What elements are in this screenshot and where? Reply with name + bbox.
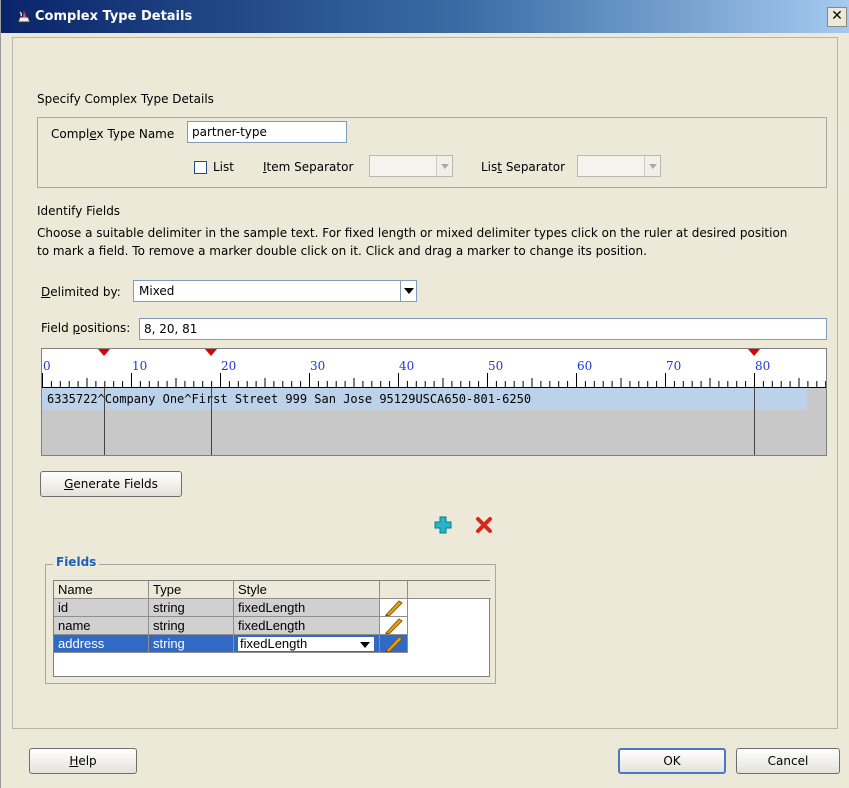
- field-marker-line: [104, 388, 106, 455]
- table-row-style-cell[interactable]: fixedLength: [234, 599, 380, 617]
- item-separator-label: Item Separator: [263, 160, 354, 174]
- section-title: Specify Complex Type Details: [37, 92, 214, 106]
- table-row-type-cell[interactable]: string: [149, 599, 234, 617]
- column-header-name[interactable]: Name: [54, 581, 149, 599]
- complex-type-name-label: Complex Type Name: [51, 127, 175, 141]
- field-marker-line: [753, 388, 755, 455]
- app-icon: [17, 10, 31, 23]
- pencil-icon[interactable]: [382, 617, 404, 635]
- table-row-name-cell[interactable]: id: [54, 599, 149, 617]
- ruler-tick-label: 40: [399, 359, 415, 373]
- field-marker[interactable]: [98, 349, 111, 356]
- close-icon[interactable]: ✕: [827, 7, 847, 27]
- ok-button[interactable]: OK: [618, 748, 726, 774]
- ruler-tick-label: 10: [132, 359, 148, 373]
- delete-x-icon[interactable]: [475, 516, 493, 534]
- delimited-by-select[interactable]: Mixed: [133, 280, 417, 302]
- ruler-ticks: [42, 373, 826, 388]
- window-title: Complex Type Details: [35, 9, 193, 24]
- delimited-by-value: Mixed: [139, 284, 175, 298]
- style-select-value: fixedLength: [240, 636, 308, 651]
- table-row-style-cell[interactable]: fixedLength: [234, 617, 380, 635]
- style-select[interactable]: fixedLength: [236, 635, 376, 652]
- ruler-tick-label: 50: [488, 359, 504, 373]
- item-separator-select[interactable]: [369, 155, 453, 177]
- chevron-down-icon: [436, 156, 452, 176]
- ruler-tick-label: 70: [666, 359, 682, 373]
- identify-fields-title: Identify Fields: [37, 204, 121, 218]
- ruler-tick-label: 30: [310, 359, 326, 373]
- table-row-edit-cell[interactable]: [380, 599, 408, 617]
- cancel-button[interactable]: Cancel: [736, 748, 840, 774]
- title-bar[interactable]: Complex Type Details ✕: [1, 0, 849, 33]
- table-row-name-cell[interactable]: address: [54, 635, 149, 653]
- complex-type-details-dialog: Complex Type Details ✕ Specify Complex T…: [0, 0, 849, 788]
- fields-table[interactable]: Name Type Style id string fixedLength na…: [53, 580, 491, 677]
- column-header-type[interactable]: Type: [149, 581, 234, 599]
- instructions-line-1: Choose a suitable delimiter in the sampl…: [37, 226, 788, 240]
- chevron-down-icon: [360, 642, 370, 648]
- field-marker-line: [211, 388, 212, 455]
- plus-icon[interactable]: [434, 516, 452, 534]
- help-button[interactable]: Help: [29, 748, 137, 774]
- table-row-type-cell[interactable]: string: [149, 617, 234, 635]
- ruler-tick-label: 20: [221, 359, 237, 373]
- list-separator-label: List Separator: [481, 160, 566, 174]
- chevron-down-icon: [644, 156, 660, 176]
- field-positions-label: Field positions:: [41, 321, 131, 335]
- complex-type-name-input[interactable]: partner-type: [187, 121, 347, 143]
- table-row-edit-cell[interactable]: [380, 617, 408, 635]
- table-row-type-cell[interactable]: string: [149, 635, 234, 653]
- list-separator-select[interactable]: [577, 155, 661, 177]
- ruler[interactable]: 6335722^Company One^First Street 999 San…: [41, 348, 827, 456]
- chevron-down-icon: [400, 281, 416, 301]
- table-row-name-cell[interactable]: name: [54, 617, 149, 635]
- ruler-tick-label: 80: [755, 359, 771, 373]
- column-header-filler: [408, 581, 491, 599]
- ruler-tick-label: 60: [577, 359, 593, 373]
- delimited-by-label: Delimited by:: [41, 285, 121, 299]
- list-label: List: [213, 160, 234, 174]
- sample-text: 6335722^Company One^First Street 999 San…: [47, 392, 532, 406]
- list-checkbox[interactable]: [194, 161, 207, 174]
- column-header-edit[interactable]: [380, 581, 408, 599]
- pencil-icon[interactable]: [382, 599, 404, 617]
- table-row-edit-cell[interactable]: [380, 635, 408, 653]
- column-header-style[interactable]: Style: [234, 581, 380, 599]
- pencil-icon[interactable]: [382, 635, 404, 653]
- field-positions-input[interactable]: 8, 20, 81: [139, 318, 827, 340]
- field-marker[interactable]: [747, 349, 760, 356]
- instructions-line-2: to mark a field. To remove a marker doub…: [37, 244, 647, 258]
- ruler-scale[interactable]: [42, 349, 826, 388]
- generate-fields-button[interactable]: Generate Fields: [40, 471, 182, 497]
- table-row-style-cell[interactable]: fixedLength: [234, 635, 380, 653]
- ruler-tick-label: 0: [43, 359, 51, 373]
- fields-legend: Fields: [53, 555, 100, 569]
- field-marker[interactable]: [205, 349, 217, 356]
